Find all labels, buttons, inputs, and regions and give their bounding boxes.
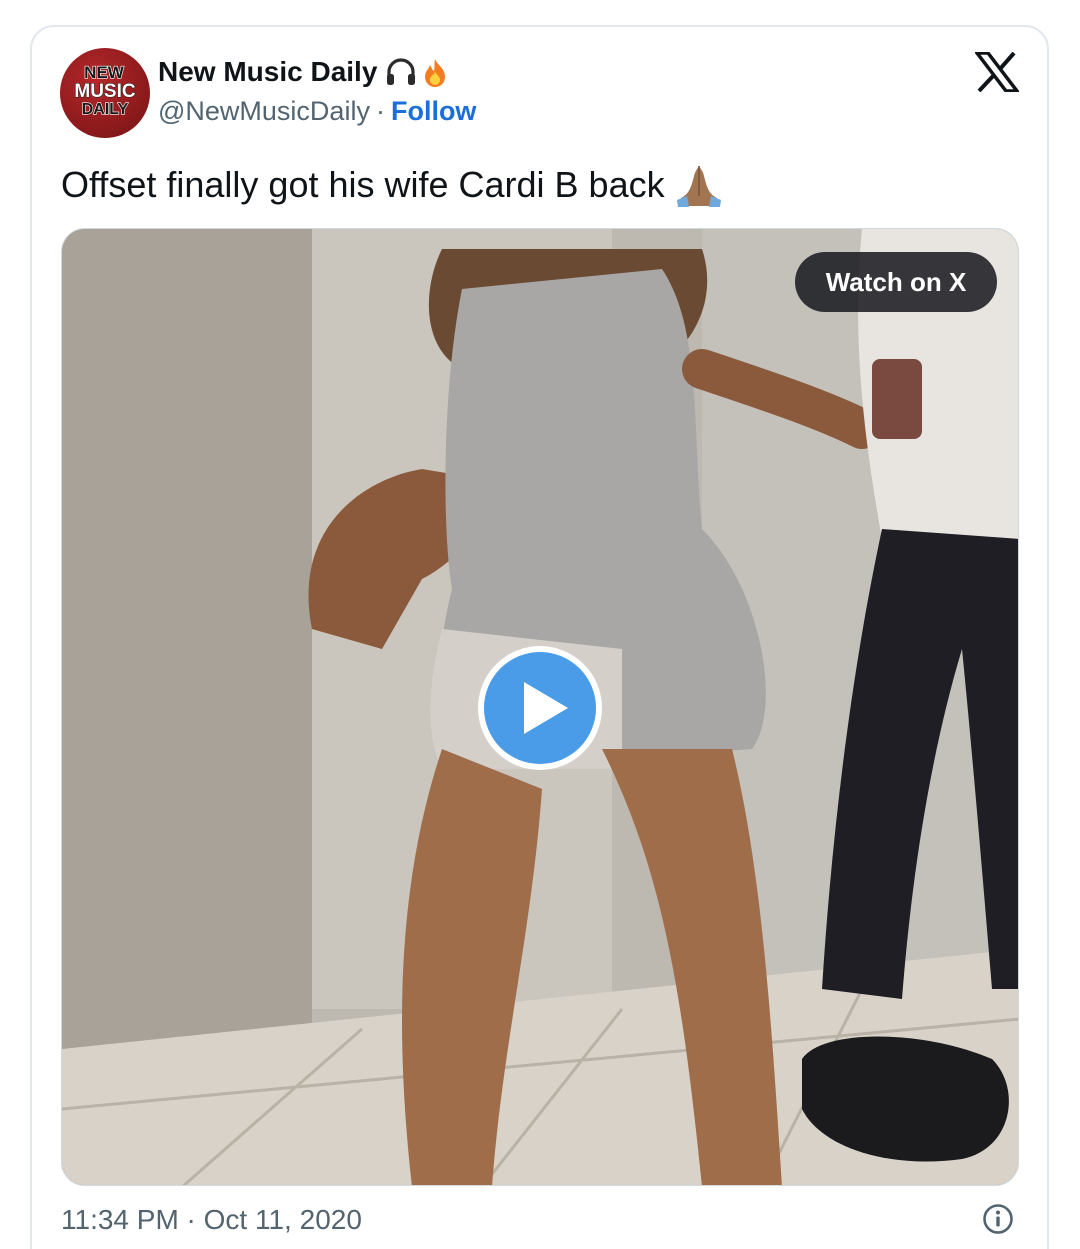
separator-dot: ·	[375, 96, 385, 126]
tweet-text: Offset finally got his wife Cardi B back	[61, 162, 723, 208]
page: NEW MUSIC DAILY New Music Daily @NewMusi…	[0, 0, 1080, 1249]
avatar-line-2: MUSIC	[74, 81, 136, 102]
watch-on-x-button[interactable]: Watch on X	[795, 252, 997, 312]
play-icon[interactable]	[478, 646, 602, 770]
avatar-line-1: NEW	[84, 63, 125, 82]
author-name[interactable]: New Music Daily	[158, 56, 451, 88]
headphones-icon	[385, 57, 417, 87]
author-handle[interactable]: @NewMusicDaily	[158, 96, 370, 126]
avatar-line-3: DAILY	[82, 101, 129, 118]
info-icon[interactable]	[982, 1203, 1014, 1235]
timestamp[interactable]: 11:34 PM · Oct 11, 2020	[61, 1204, 362, 1236]
follow-button[interactable]: Follow	[391, 96, 476, 126]
x-logo-icon[interactable]	[973, 51, 1021, 93]
tweet-text-content: Offset finally got his wife Cardi B back	[61, 164, 665, 205]
fire-icon	[419, 57, 451, 87]
folded-hands-icon	[675, 162, 723, 208]
avatar[interactable]: NEW MUSIC DAILY	[60, 48, 150, 138]
author-name-text: New Music Daily	[158, 56, 378, 87]
handle-row: @NewMusicDaily · Follow	[158, 96, 476, 127]
